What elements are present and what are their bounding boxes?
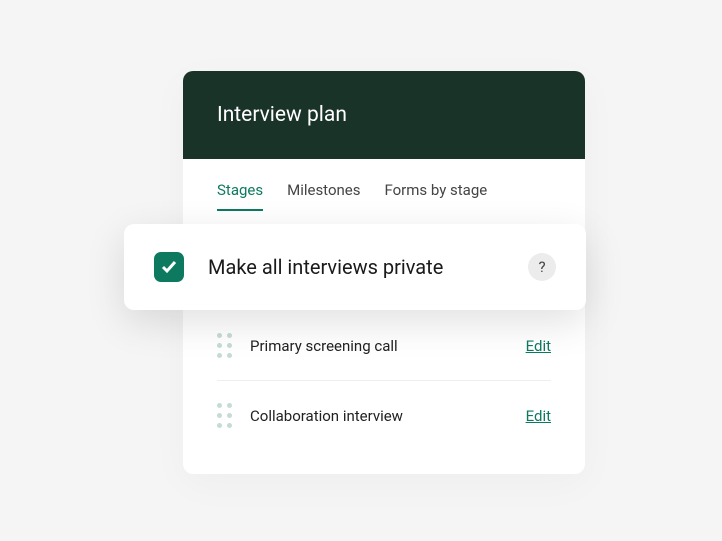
drag-handle-icon[interactable] bbox=[217, 403, 232, 428]
drag-handle-icon[interactable] bbox=[217, 333, 232, 358]
card-title: Interview plan bbox=[217, 103, 551, 127]
card-header: Interview plan bbox=[183, 71, 585, 159]
check-icon bbox=[161, 259, 177, 275]
help-icon[interactable]: ? bbox=[528, 253, 556, 281]
private-checkbox[interactable] bbox=[154, 252, 184, 282]
stage-label: Primary screening call bbox=[250, 337, 526, 355]
private-interviews-overlay: Make all interviews private ? bbox=[124, 224, 586, 310]
tab-forms-by-stage[interactable]: Forms by stage bbox=[384, 181, 487, 211]
private-label: Make all interviews private bbox=[208, 255, 528, 279]
edit-link[interactable]: Edit bbox=[526, 407, 551, 425]
stage-row: Collaboration interview Edit bbox=[217, 381, 551, 450]
tab-stages[interactable]: Stages bbox=[217, 181, 263, 211]
tab-milestones[interactable]: Milestones bbox=[287, 181, 360, 211]
tabs: Stages Milestones Forms by stage bbox=[183, 159, 585, 211]
stage-label: Collaboration interview bbox=[250, 407, 526, 425]
stage-row: Primary screening call Edit bbox=[217, 311, 551, 381]
edit-link[interactable]: Edit bbox=[526, 337, 551, 355]
